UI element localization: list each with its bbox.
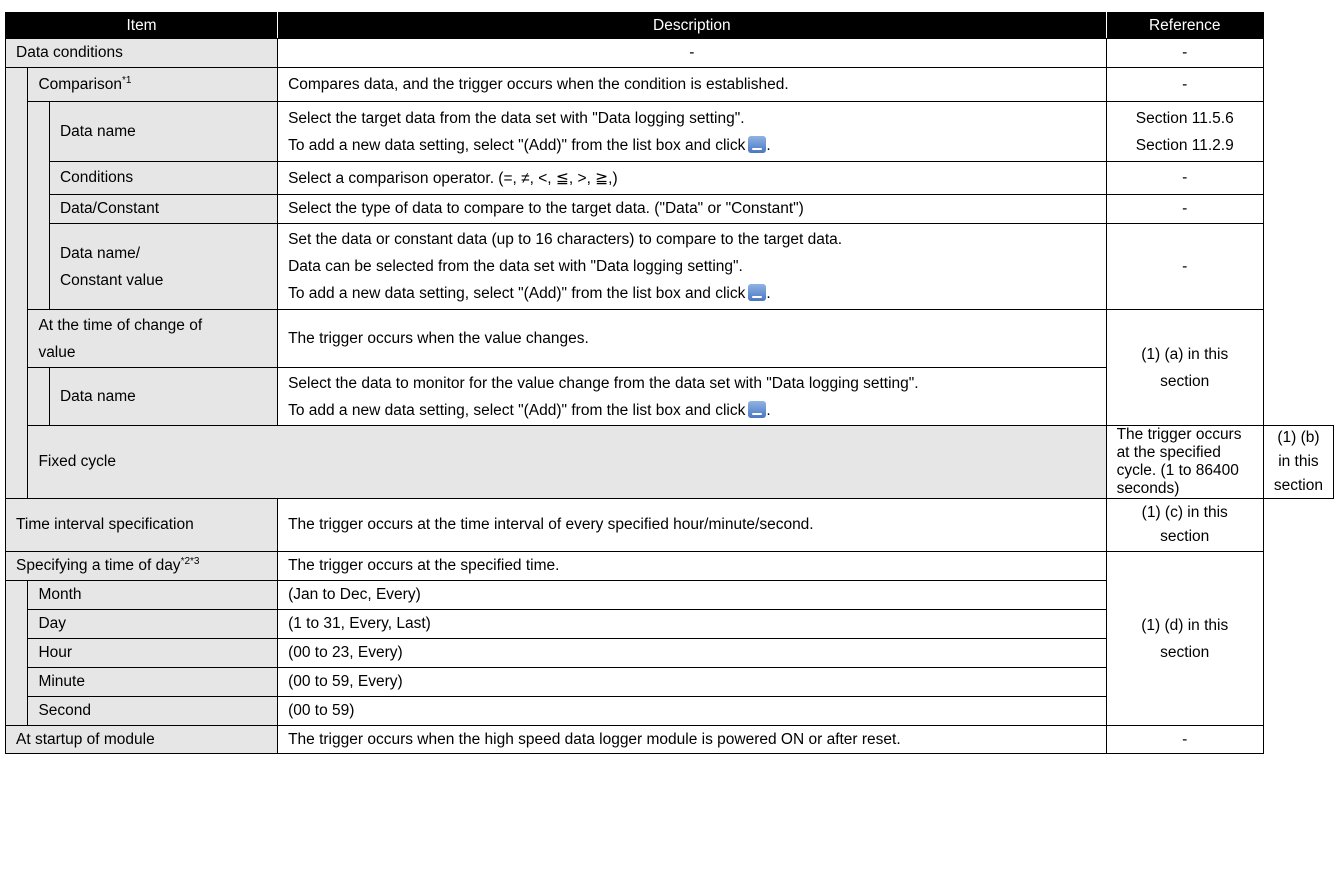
desc-text: .	[766, 285, 771, 302]
row-change-of-value: At the time of change of value The trigg…	[6, 309, 1334, 426]
ref-line: (1) (c) in this	[1141, 504, 1228, 521]
row-time-of-day: Specifying a time of day*2*3 The trigger…	[4, 551, 1334, 726]
desc-line: Data can be selected from the data set w…	[288, 258, 743, 275]
item-comparison-data-name: Data name	[48, 101, 279, 162]
desc-hour: (00 to 23, Every)	[277, 638, 1107, 668]
ref-line: (1) (d) in this	[1141, 616, 1229, 634]
row-data-conditions: Data conditions - -	[4, 38, 1334, 68]
item-data-constant: Data/Constant	[48, 194, 279, 224]
item-time-of-day-label: Specifying a time of day	[16, 557, 181, 574]
ref-data-conditions: -	[1105, 38, 1264, 68]
ref-line: (1) (a) in this	[1141, 345, 1229, 363]
ref-constant-value: -	[1105, 223, 1264, 310]
desc-day: (1 to 31, Every, Last)	[277, 609, 1107, 639]
ref-line: (1) (b) in this	[1277, 429, 1320, 470]
desc-conditions: Select a comparison operator. (=, ≠, <, …	[277, 161, 1107, 195]
ref-line: section	[1160, 372, 1210, 390]
ref-data-constant: -	[1105, 194, 1264, 224]
ref-change-of-value: (1) (a) in this section	[1105, 309, 1264, 426]
row-comparison: Comparison*1 Compares data, and the trig…	[4, 67, 1334, 499]
indent-cell	[27, 101, 50, 310]
item-line: value	[38, 343, 76, 361]
item-time-interval: Time interval specification	[4, 498, 279, 552]
header-description: Description	[277, 12, 1107, 39]
desc-data-constant: Select the type of data to compare to th…	[277, 194, 1107, 224]
desc-change-of-value: The trigger occurs when the value change…	[277, 309, 1107, 368]
row-constant-value: Data name/ Constant value Set the data o…	[6, 223, 1334, 310]
desc-text: .	[766, 401, 771, 419]
row-time-interval: Time interval specification The trigger …	[4, 498, 1334, 552]
desc-data-conditions: -	[277, 38, 1107, 68]
desc-line: Select the target data from the data set…	[288, 109, 745, 127]
desc-comparison: Compares data, and the trigger occurs wh…	[277, 67, 1107, 102]
ref-comparison-data-name: Section 11.5.6 Section 11.2.9	[1105, 101, 1264, 162]
item-fixed-cycle: Fixed cycle	[27, 425, 1107, 499]
header-item: Item	[4, 12, 279, 39]
ref-line: section	[1273, 477, 1323, 494]
desc-line: To add a new data setting, select "(Add)…	[288, 280, 1095, 307]
item-data-conditions: Data conditions	[4, 38, 279, 68]
ref-time-interval: (1) (c) in this section	[1105, 498, 1264, 552]
header-row: Item Description Reference	[4, 12, 1334, 39]
desc-second: (00 to 59)	[277, 696, 1107, 726]
desc-text: To add a new data setting, select "(Add)…	[288, 136, 746, 154]
item-change-data-name: Data name	[48, 367, 279, 426]
row-fixed-cycle: Fixed cycle The trigger occurs at the sp…	[6, 425, 1334, 499]
ref-line: section	[1160, 643, 1210, 661]
item-day: Day	[27, 609, 279, 639]
row-data-constant: Data/Constant Select the type of data to…	[6, 194, 1334, 224]
desc-fixed-cycle: The trigger occurs at the specified cycl…	[1105, 425, 1264, 499]
item-second: Second	[27, 696, 279, 726]
desc-text: To add a new data setting, select "(Add)…	[288, 401, 746, 419]
footnote-mark: *1	[122, 74, 132, 86]
desc-constant-value: Set the data or constant data (up to 16 …	[277, 223, 1107, 310]
ref-fixed-cycle: (1) (b) in this section	[1262, 425, 1334, 499]
desc-text: .	[766, 136, 771, 154]
row-startup: At startup of module The trigger occurs …	[4, 725, 1334, 754]
item-conditions: Conditions	[48, 161, 279, 195]
indent-cell	[27, 367, 50, 426]
item-line: Constant value	[59, 271, 164, 289]
trigger-settings-table: Item Description Reference Data conditio…	[4, 12, 1334, 754]
ref-time-of-day: (1) (d) in this section	[1105, 551, 1264, 726]
item-line: Data name/	[59, 244, 141, 262]
desc-line: Select the data to monitor for the value…	[288, 374, 919, 392]
desc-month: (Jan to Dec, Every)	[277, 580, 1107, 610]
browse-button-icon	[748, 135, 767, 153]
ref-line: section	[1160, 528, 1210, 545]
item-change-of-value: At the time of change of value	[27, 309, 279, 368]
ref-section-link[interactable]: Section 11.2.9	[1117, 132, 1253, 159]
desc-startup: The trigger occurs when the high speed d…	[277, 725, 1107, 754]
item-time-of-day: Specifying a time of day*2*3	[4, 551, 279, 581]
browse-button-icon	[748, 284, 767, 301]
ref-comparison: -	[1105, 67, 1264, 102]
browse-button-icon	[748, 400, 767, 418]
item-comparison-label: Comparison	[38, 75, 122, 93]
desc-time-interval: The trigger occurs at the time interval …	[277, 498, 1107, 552]
desc-text: To add a new data setting, select "(Add)…	[288, 285, 746, 302]
item-comparison: Comparison*1	[27, 67, 279, 102]
ref-startup: -	[1105, 725, 1264, 754]
row-conditions: Conditions Select a comparison operator.…	[6, 161, 1334, 195]
item-constant-value: Data name/ Constant value	[48, 223, 279, 310]
row-comparison-data-name: Data name Select the target data from th…	[6, 101, 1334, 310]
desc-line: To add a new data setting, select "(Add)…	[288, 132, 1095, 159]
item-startup: At startup of module	[4, 725, 279, 754]
desc-change-data-name: Select the data to monitor for the value…	[277, 367, 1107, 426]
desc-minute: (00 to 59, Every)	[277, 667, 1107, 697]
header-reference: Reference	[1105, 12, 1264, 39]
desc-comparison-data-name: Select the target data from the data set…	[277, 101, 1107, 162]
item-line: At the time of change of	[38, 316, 203, 334]
footnote-mark: *2*3	[180, 556, 200, 567]
ref-section-link[interactable]: Section 11.5.6	[1117, 105, 1253, 132]
item-hour: Hour	[27, 638, 279, 668]
desc-line: Set the data or constant data (up to 16 …	[288, 231, 843, 248]
desc-time-of-day: The trigger occurs at the specified time…	[277, 551, 1107, 581]
indent-cell	[4, 67, 29, 499]
item-minute: Minute	[27, 667, 279, 697]
desc-line: To add a new data setting, select "(Add)…	[288, 397, 1095, 424]
ref-conditions: -	[1105, 161, 1264, 195]
item-month: Month	[27, 580, 279, 610]
indent-cell	[4, 580, 29, 726]
